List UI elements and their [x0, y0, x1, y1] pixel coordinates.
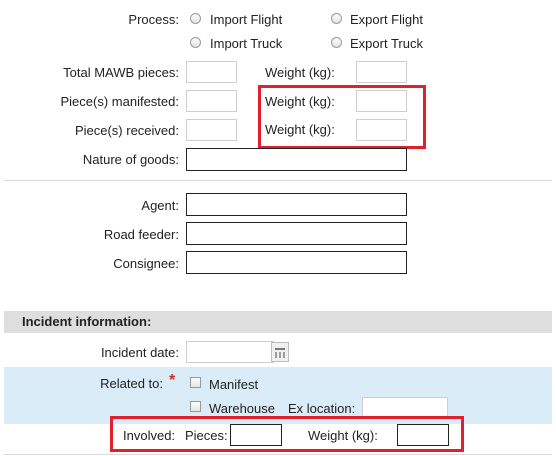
process-label: Process: — [128, 12, 179, 27]
cargo-incident-form: Process: Import Flight Export Flight Imp… — [0, 0, 556, 456]
divider-top — [4, 180, 552, 181]
manifest-checkbox[interactable] — [190, 377, 201, 388]
divider-bottom — [4, 454, 552, 455]
required-marker: * — [169, 372, 176, 389]
total-mawb-input[interactable] — [186, 61, 237, 83]
incident-section-title: Incident information: — [22, 314, 152, 329]
export-flight-radio[interactable] — [331, 13, 342, 24]
pieces-received-label: Piece(s) received: — [74, 123, 179, 138]
road-feeder-label: Road feeder: — [103, 227, 179, 242]
total-weight-input[interactable] — [356, 61, 407, 83]
warehouse-checkbox[interactable] — [190, 401, 201, 412]
ex-location-label: Ex location: — [288, 401, 356, 416]
agent-label: Agent: — [141, 198, 179, 213]
agent-input[interactable] — [186, 193, 407, 216]
import-flight-label[interactable]: Import Flight — [210, 12, 282, 28]
import-truck-label[interactable]: Import Truck — [210, 36, 282, 52]
import-truck-radio[interactable] — [190, 37, 201, 48]
nature-input[interactable] — [186, 148, 407, 171]
incident-date-input[interactable] — [186, 341, 274, 363]
warehouse-label[interactable]: Warehouse — [209, 401, 275, 417]
manifest-label[interactable]: Manifest — [209, 377, 258, 393]
weights-highlight — [258, 85, 426, 149]
consignee-input[interactable] — [186, 251, 407, 274]
total-weight-label: Weight (kg): — [265, 65, 335, 80]
nature-label: Nature of goods: — [82, 152, 179, 167]
pieces-received-input[interactable] — [186, 119, 237, 141]
import-flight-radio[interactable] — [190, 13, 201, 24]
involved-highlight — [110, 416, 464, 452]
pieces-manifested-input[interactable] — [186, 90, 237, 112]
incident-date-label: Incident date: — [100, 345, 179, 360]
export-truck-label[interactable]: Export Truck — [350, 36, 423, 52]
total-mawb-label: Total MAWB pieces: — [63, 65, 179, 80]
pieces-manifested-label: Piece(s) manifested: — [60, 94, 180, 109]
road-feeder-input[interactable] — [186, 222, 407, 245]
export-truck-radio[interactable] — [331, 37, 342, 48]
export-flight-label[interactable]: Export Flight — [350, 12, 423, 28]
consignee-label: Consignee: — [113, 256, 179, 271]
related-to-label: Related to: — [100, 376, 163, 391]
calendar-icon[interactable] — [271, 342, 289, 362]
